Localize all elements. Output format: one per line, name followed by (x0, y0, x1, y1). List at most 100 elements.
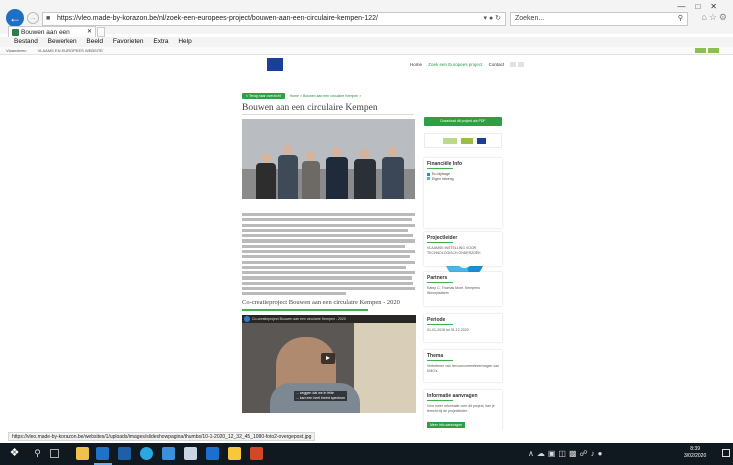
app-icon[interactable] (184, 447, 197, 460)
search-input[interactable]: Zoeken... ⚲ (510, 12, 688, 26)
clock-date: 3/02/2020 (684, 453, 707, 459)
logo-icon (461, 138, 473, 144)
slideshow-dots[interactable] (322, 194, 336, 197)
hero-photo[interactable] (242, 119, 415, 199)
menu-bar: Bestand Bewerken Beeld Favorieten Extra … (0, 37, 733, 47)
card-text: Kamp C, Thomas More, Kempens Woonplatfor… (427, 286, 480, 295)
sticky-notes-icon[interactable] (228, 447, 241, 460)
menu-help[interactable]: Help (178, 38, 191, 45)
address-url[interactable]: https://vleo.made-by-korazon.be/nl/zoek-… (57, 15, 378, 22)
page-icon: ■ (46, 15, 51, 22)
favorites-bar: Vlaanderen VLAAMS EN EUROPEES WEBSITE (0, 47, 733, 55)
nav-home[interactable]: Home (410, 62, 422, 67)
app-icon[interactable] (162, 447, 175, 460)
project-leader-card: Projectleider VLAAMSE INSTELLING VOOR TE… (424, 232, 502, 266)
eu-flag-icon (477, 138, 486, 144)
clock-time: 8:39 (690, 446, 700, 452)
video-player[interactable]: Co-creatieproject Bouwen aan een circula… (242, 315, 416, 413)
card-text: Verbeteren van het concurrentievermogen … (427, 364, 499, 373)
task-view-icon[interactable] (50, 449, 59, 458)
divider (427, 324, 453, 325)
person-figure (326, 157, 348, 199)
person-head (262, 153, 271, 163)
person-head (360, 149, 369, 159)
divider (427, 168, 453, 169)
breadcrumb-trail[interactable]: Home > Bouwen aan een circulaire Kempen … (290, 94, 362, 98)
menu-extra[interactable]: Extra (153, 38, 168, 45)
person-figure (382, 157, 404, 199)
divider (242, 114, 414, 115)
breadcrumb: < Terug naar overzicht Home > Bouwen aan… (242, 93, 361, 99)
divider (427, 360, 453, 361)
finance-heading: Financiële Info (427, 161, 463, 167)
play-icon[interactable] (321, 353, 335, 364)
nav-contact[interactable]: Contact (489, 62, 505, 67)
file-explorer-icon[interactable] (76, 447, 89, 460)
card-heading: Projectleider (427, 235, 458, 241)
notification-icon[interactable] (722, 449, 730, 457)
status-bar-url: https://vleo.made-by-korazon.be/websites… (8, 432, 316, 441)
page-viewport: Home Zoek een Europees project Contact <… (0, 56, 733, 430)
search-icon[interactable]: ⚲ (678, 13, 683, 25)
nav-search-project[interactable]: Zoek een Europees project (428, 62, 482, 67)
person-head (283, 145, 292, 155)
internet-explorer-icon[interactable] (96, 447, 109, 460)
theme-card: Thema Verbeteren van het concurrentiever… (424, 350, 502, 382)
toolbar-buttons[interactable] (693, 48, 719, 53)
menu-bestand[interactable]: Bestand (14, 38, 38, 45)
language-button[interactable] (518, 62, 525, 68)
favorite-link-1[interactable]: Vlaanderen (6, 48, 26, 53)
powerpoint-icon[interactable] (250, 447, 263, 460)
person-figure (278, 155, 298, 199)
forward-arrow-icon[interactable]: → (27, 12, 39, 24)
back-to-overview-button[interactable]: < Terug naar overzicht (242, 93, 285, 99)
address-bar[interactable]: ■ https://vleo.made-by-korazon.be/nl/zoe… (42, 12, 506, 26)
request-info-button[interactable]: Meer info aanvragen (427, 422, 466, 428)
vleva-logo-icon (240, 59, 262, 71)
back-arrow-icon[interactable]: ← (6, 9, 24, 27)
card-heading: Informatie aanvragen (427, 393, 478, 399)
menu-bewerken[interactable]: Bewerken (48, 38, 77, 45)
windows-start-icon[interactable]: ❖ (8, 447, 21, 460)
video-bar-title: Co-creatieproject Bouwen aan een circula… (252, 317, 346, 321)
taskbar-clock[interactable]: 8:39 3/02/2020 (684, 446, 706, 460)
new-tab-button[interactable] (97, 27, 105, 37)
card-text: Voor meer informatie over dit project, k… (427, 404, 495, 413)
favorite-link-2[interactable]: VLAAMS EN EUROPEES WEBSITE (38, 48, 103, 53)
video-subtitles: ... zeggen dat we in feite ... kan een h… (294, 391, 348, 401)
legend-label: Eigen inbreng (432, 176, 454, 181)
favicon-icon (12, 29, 19, 36)
home-star-gear-icons[interactable]: ⌂☆⚙ (701, 12, 729, 23)
divider (427, 242, 453, 243)
video-title-bar[interactable]: Co-creatieproject Bouwen aan een circula… (242, 315, 416, 323)
menu-favorieten[interactable]: Favorieten (113, 38, 144, 45)
card-heading: Thema (427, 353, 444, 359)
skype-icon[interactable] (140, 447, 153, 460)
card-text: VLAAMSE INSTELLING VOOR TECHNOLOGISCH ON… (427, 246, 481, 255)
language-button[interactable] (510, 62, 517, 68)
legend-item: Eigen inbreng (427, 177, 499, 182)
lock-refresh-icon[interactable]: ▾ ● ↻ (484, 13, 502, 25)
onedrive-icon[interactable] (206, 447, 219, 460)
download-pdf-button[interactable]: Download dit project als PDF (424, 117, 502, 126)
subtitle-line: ... kan een heel breed spectrum (296, 396, 346, 400)
windows-taskbar: ❖ ⚲ ∧☁▣◫▩☍♪● 8:39 3/02/2020 (0, 443, 733, 465)
outlook-icon[interactable] (118, 447, 131, 460)
project-description (242, 213, 415, 298)
finance-card: Financiële Info Eu-bijdrage Eigen inbren… (424, 158, 502, 228)
legend-swatch-icon (427, 172, 430, 176)
partners-card: Partners Kamp C, Thomas More, Kempens Wo… (424, 272, 502, 306)
person-head (306, 151, 315, 161)
card-heading: Periode (427, 317, 446, 323)
menu-beeld[interactable]: Beeld (86, 38, 103, 45)
period-card: Periode 01-01-2018 tot 31-12-2020 (424, 314, 502, 342)
card-text: 01-01-2018 tot 31-12-2020 (427, 328, 469, 332)
window-controls[interactable]: —□✕ (677, 2, 727, 11)
divider (427, 400, 453, 401)
video-heading: Co-creatieproject Bouwen aan een circula… (242, 299, 400, 306)
search-icon[interactable]: ⚲ (31, 447, 44, 460)
person-figure (354, 159, 376, 199)
site-logo[interactable] (240, 58, 284, 72)
system-tray-icons[interactable]: ∧☁▣◫▩☍♪● (528, 449, 605, 458)
partner-logos (424, 133, 502, 148)
